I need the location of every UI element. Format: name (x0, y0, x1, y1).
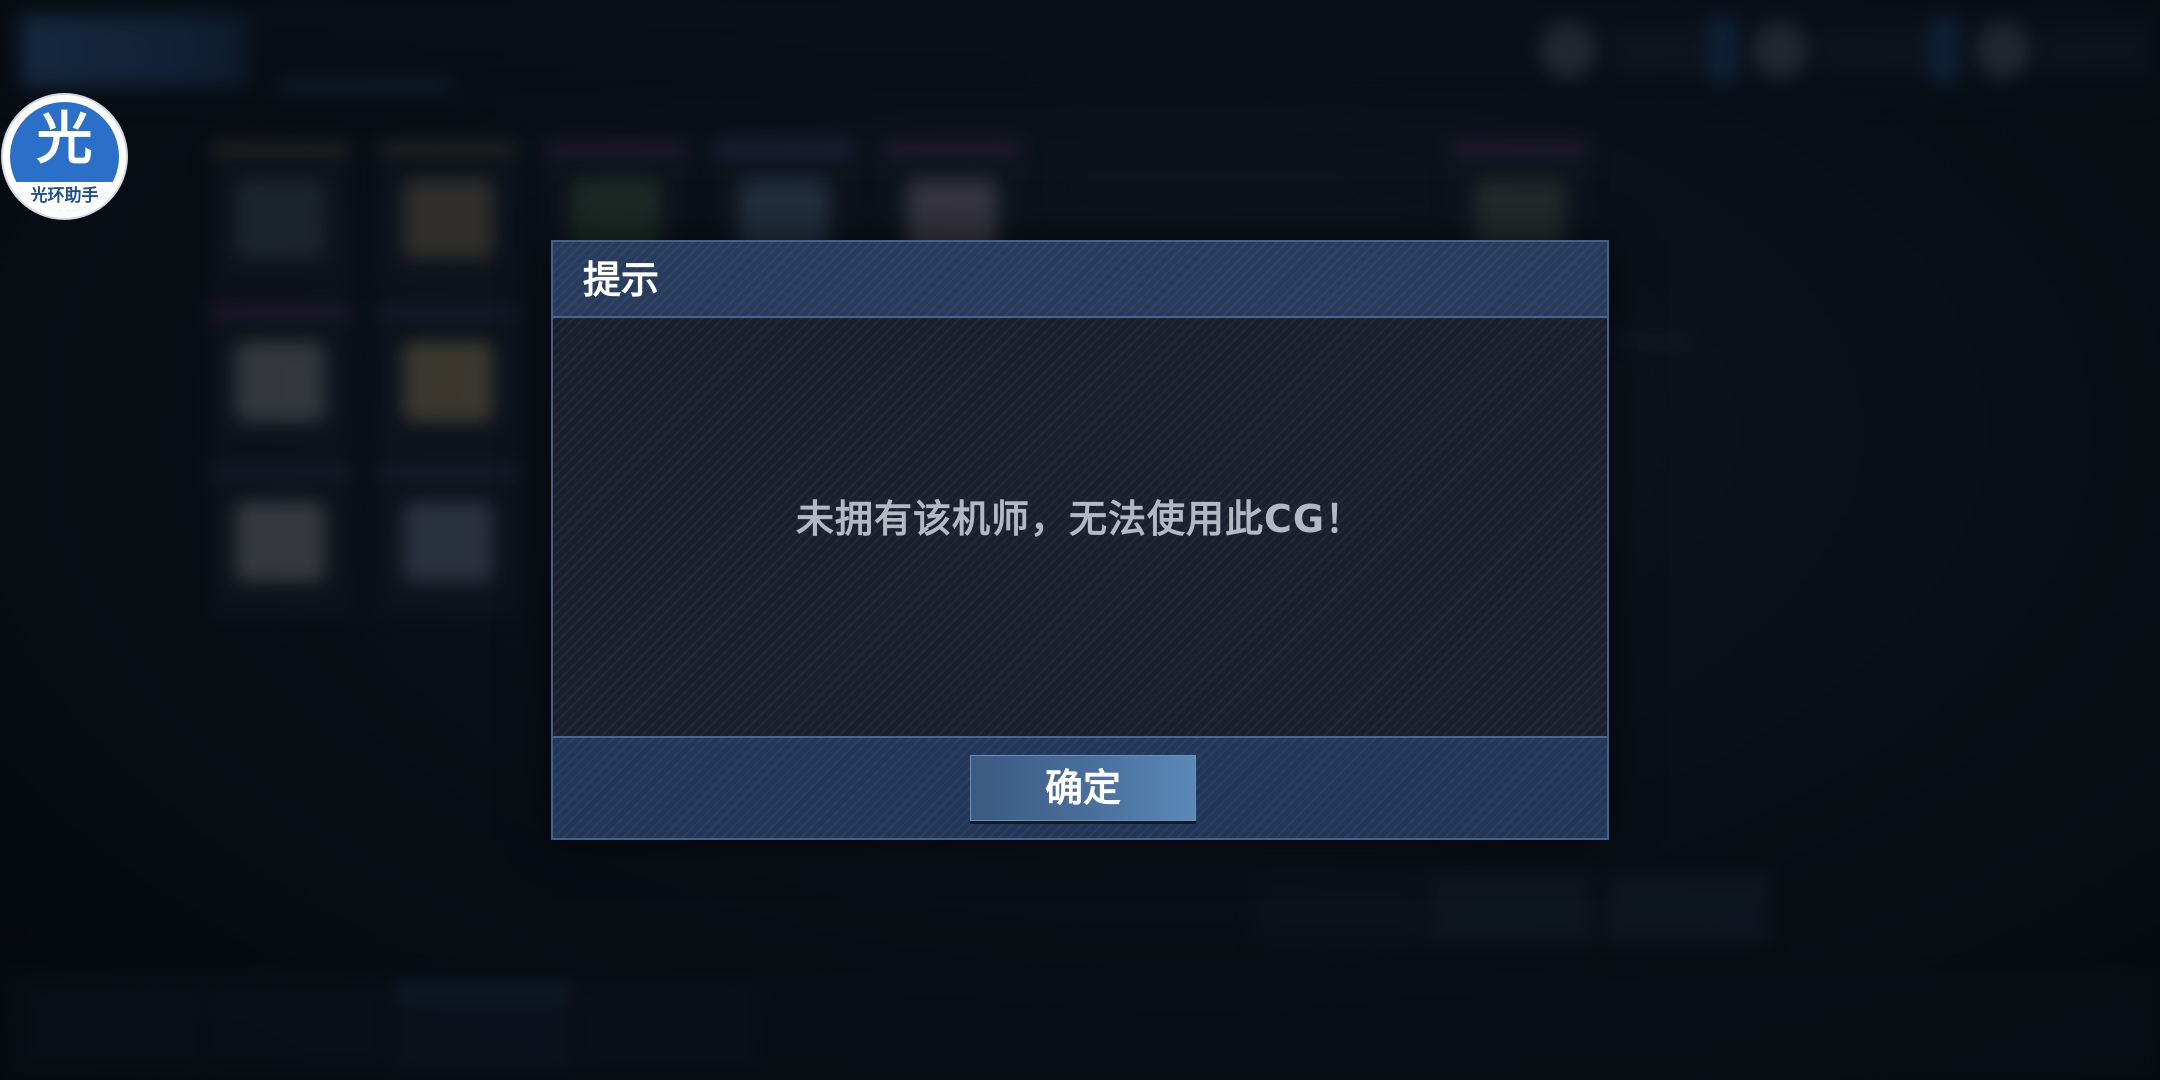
assistant-logo: 光 光环助手 (10, 102, 119, 211)
assistant-glyph: 光 (36, 107, 93, 172)
assistant-label: 光环助手 (10, 182, 119, 211)
alert-dialog: 提示 未拥有该机师，无法使用此CG！ 确定 (551, 240, 1609, 840)
dialog-message: 未拥有该机师，无法使用此CG！ (795, 497, 1365, 541)
dialog-footer: 确定 (553, 736, 1607, 838)
dialog-title: 提示 (583, 258, 660, 302)
dialog-header: 提示 (553, 242, 1607, 318)
dialog-body: 未拥有该机师，无法使用此CG！ (553, 318, 1607, 736)
assistant-badge[interactable]: 光 光环助手 (3, 95, 126, 218)
confirm-button[interactable]: 确定 (970, 755, 1196, 821)
game-screen: 光 光环助手 提示 未拥有该机师，无法使用此CG！ 确定 (0, 0, 2160, 1080)
